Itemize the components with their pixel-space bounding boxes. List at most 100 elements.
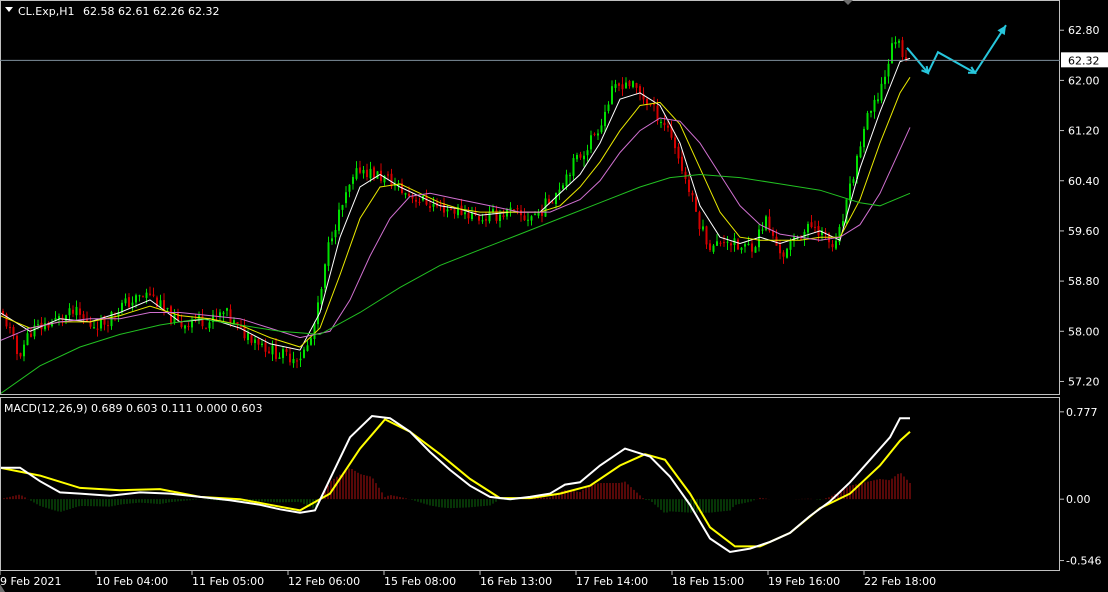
candle-body xyxy=(467,212,470,219)
candle-body xyxy=(163,300,165,311)
candle-body xyxy=(625,82,627,89)
candle-body xyxy=(268,351,270,354)
candle-body xyxy=(418,201,421,203)
candle-body xyxy=(278,357,281,359)
candle-body xyxy=(415,199,417,202)
candle-body xyxy=(205,327,207,329)
candle-body xyxy=(348,184,351,192)
macd-title: MACD(12,26,9) 0.689 0.603 0.111 0.000 0.… xyxy=(4,402,262,415)
price-y-tick-label: 57.20 xyxy=(1068,375,1100,388)
x-tick-label: 19 Feb 16:00 xyxy=(768,575,840,588)
candle-body xyxy=(432,204,435,207)
candle-body xyxy=(145,292,148,298)
candle-body xyxy=(121,302,123,312)
candle-body xyxy=(450,208,452,210)
candle-body xyxy=(222,312,225,315)
price-chart[interactable]: 62.80 62.00 61.20 60.40 59.60 58.80 58.00 57.20… xyxy=(0,0,1108,592)
candle-body xyxy=(579,154,582,158)
macd-y-tick-label: 0.777 xyxy=(1066,406,1098,419)
candle-body xyxy=(516,208,519,210)
candle-body xyxy=(19,352,22,357)
candle-body xyxy=(618,83,620,86)
candle-body xyxy=(285,349,288,352)
candle-body xyxy=(831,244,834,248)
candle-body xyxy=(562,185,564,189)
candle-body xyxy=(520,210,522,216)
candle-body xyxy=(663,122,666,126)
price-y-tick-label: 62.80 xyxy=(1068,24,1100,37)
candle-body xyxy=(667,125,669,128)
x-tick-label: 16 Feb 13:00 xyxy=(480,575,552,588)
candle-body xyxy=(320,289,323,305)
candle-bull xyxy=(866,110,869,131)
candle-body xyxy=(478,216,480,221)
candle-body xyxy=(716,241,718,246)
candle-body xyxy=(292,358,295,364)
candle-body xyxy=(740,247,743,250)
candle-body xyxy=(233,320,235,324)
candle-body xyxy=(334,230,337,238)
candle-body xyxy=(96,328,99,330)
candle-body xyxy=(464,212,466,215)
candle-body xyxy=(313,323,316,339)
candle-body xyxy=(460,205,463,215)
candle-body xyxy=(247,333,249,341)
candle-body xyxy=(138,295,141,297)
candle-body xyxy=(359,167,361,173)
x-tick-label: 15 Feb 08:00 xyxy=(384,575,456,588)
macd-y-tick-label: -0.546 xyxy=(1066,555,1101,568)
candle-bear xyxy=(737,238,739,251)
candle-body xyxy=(68,308,71,316)
candle-body xyxy=(513,209,515,211)
candle-body xyxy=(149,293,151,295)
candle-body xyxy=(208,322,211,329)
candle-body xyxy=(296,360,298,362)
candle-body xyxy=(257,338,260,345)
chart-title-symbol: CL.Exp,H1 xyxy=(18,5,75,18)
candle-body xyxy=(124,298,127,304)
candle-body xyxy=(702,226,704,230)
candle-body xyxy=(411,196,414,199)
price-y-tick-label: 62.00 xyxy=(1068,74,1100,87)
candle-body xyxy=(44,323,46,330)
candle-body xyxy=(534,213,536,215)
x-tick-label: 10 Feb 04:00 xyxy=(96,575,168,588)
candle-body xyxy=(523,215,526,221)
candle-body xyxy=(572,158,575,176)
candle-body xyxy=(677,146,680,159)
candle-body xyxy=(894,42,897,45)
candle-body xyxy=(275,345,277,359)
candle-body xyxy=(254,339,256,344)
candle-bull xyxy=(765,214,767,232)
candle-body xyxy=(23,344,25,357)
candle-body xyxy=(131,302,134,306)
candle-body xyxy=(338,209,340,231)
candle-body xyxy=(866,113,869,130)
candle-body xyxy=(16,335,18,354)
chart-title-ohlc: 62.58 62.61 62.26 62.32 xyxy=(83,5,219,18)
candle-body xyxy=(709,243,711,251)
candle-body xyxy=(674,137,676,149)
candle-body xyxy=(72,309,74,314)
candle-body xyxy=(26,333,29,346)
candle-body xyxy=(635,83,638,88)
candle-body xyxy=(730,243,732,246)
current-price-label: 62.32 xyxy=(1068,54,1100,67)
candle-body xyxy=(282,349,284,358)
candle-body xyxy=(639,86,641,94)
candle-body xyxy=(593,133,596,135)
candle-body xyxy=(684,171,687,179)
candle-body xyxy=(632,81,634,88)
candle-body xyxy=(604,111,606,127)
candle-body xyxy=(719,242,722,244)
candle-body xyxy=(569,175,571,177)
price-y-tick-label: 61.20 xyxy=(1068,125,1100,138)
candle-body xyxy=(79,308,81,315)
candle-body xyxy=(306,345,309,351)
candle-body xyxy=(362,170,365,174)
candle-body xyxy=(789,239,792,250)
candle-body xyxy=(779,244,781,254)
candle-body xyxy=(726,241,729,243)
candle-body xyxy=(705,226,708,245)
x-tick-label: 11 Feb 05:00 xyxy=(192,575,264,588)
